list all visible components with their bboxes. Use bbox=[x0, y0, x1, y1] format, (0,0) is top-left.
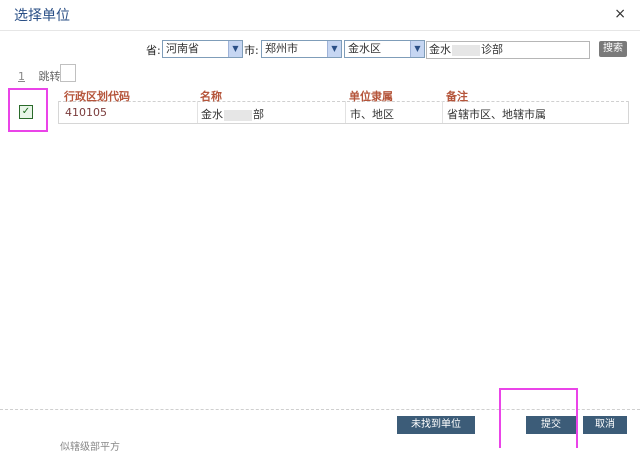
cell-remark: 省辖市区、地辖市属 bbox=[447, 108, 546, 121]
search-value-prefix: 金水 bbox=[429, 43, 451, 56]
district-select[interactable]: 金水区 ▼ bbox=[344, 40, 425, 58]
search-input[interactable]: 金水 诊部 bbox=[426, 41, 590, 59]
cell-name: 金水 部 bbox=[201, 106, 264, 122]
cell-code: 410105 bbox=[65, 106, 107, 119]
search-value-suffix: 诊部 bbox=[481, 43, 503, 56]
city-value: 郑州市 bbox=[265, 42, 298, 55]
city-select[interactable]: 郑州市 ▼ bbox=[261, 40, 342, 58]
chevron-down-icon: ▼ bbox=[327, 41, 341, 57]
close-icon[interactable]: × bbox=[614, 6, 626, 22]
checkbox-highlight: ✓ bbox=[8, 88, 48, 132]
title-divider bbox=[0, 30, 640, 31]
table-row[interactable]: 410105 金水 部 市、地区 省辖市区、地辖市属 bbox=[58, 101, 629, 124]
select-unit-dialog: 选择单位 × 省: 河南省 ▼ 市: 郑州市 ▼ 金水区 ▼ 金水 诊部 搜索 1… bbox=[0, 0, 640, 453]
table-header: 行政区划代码 名称 单位隶属 备注 bbox=[58, 87, 629, 103]
district-value: 金水区 bbox=[348, 42, 381, 55]
column-divider bbox=[345, 101, 346, 123]
column-divider bbox=[442, 101, 443, 123]
cell-name-suffix: 部 bbox=[253, 108, 264, 121]
not-found-button[interactable]: 未找到单位 bbox=[397, 416, 475, 434]
pager: 1 跳转: bbox=[18, 64, 76, 84]
cell-affiliation: 市、地区 bbox=[350, 108, 394, 121]
chevron-down-icon: ▼ bbox=[410, 41, 424, 57]
province-value: 河南省 bbox=[166, 42, 199, 55]
page-link[interactable]: 1 bbox=[18, 70, 25, 83]
jump-input[interactable] bbox=[60, 64, 76, 82]
column-divider bbox=[197, 101, 198, 123]
chevron-down-icon: ▼ bbox=[228, 41, 242, 57]
province-label: 省: bbox=[146, 44, 161, 57]
redacted-text bbox=[452, 44, 480, 56]
submit-button[interactable]: 提交 bbox=[526, 416, 576, 434]
search-button[interactable]: 搜索 bbox=[599, 41, 627, 57]
city-label: 市: bbox=[244, 44, 259, 57]
dialog-title: 选择单位 bbox=[14, 8, 70, 24]
cancel-button[interactable]: 取消 bbox=[583, 416, 627, 434]
cell-name-prefix: 金水 bbox=[201, 108, 223, 121]
row-checkbox[interactable]: ✓ bbox=[19, 105, 33, 119]
redacted-text bbox=[224, 109, 252, 121]
bottom-text: 似辖级部平方 bbox=[60, 442, 120, 453]
province-select[interactable]: 河南省 ▼ bbox=[162, 40, 243, 58]
